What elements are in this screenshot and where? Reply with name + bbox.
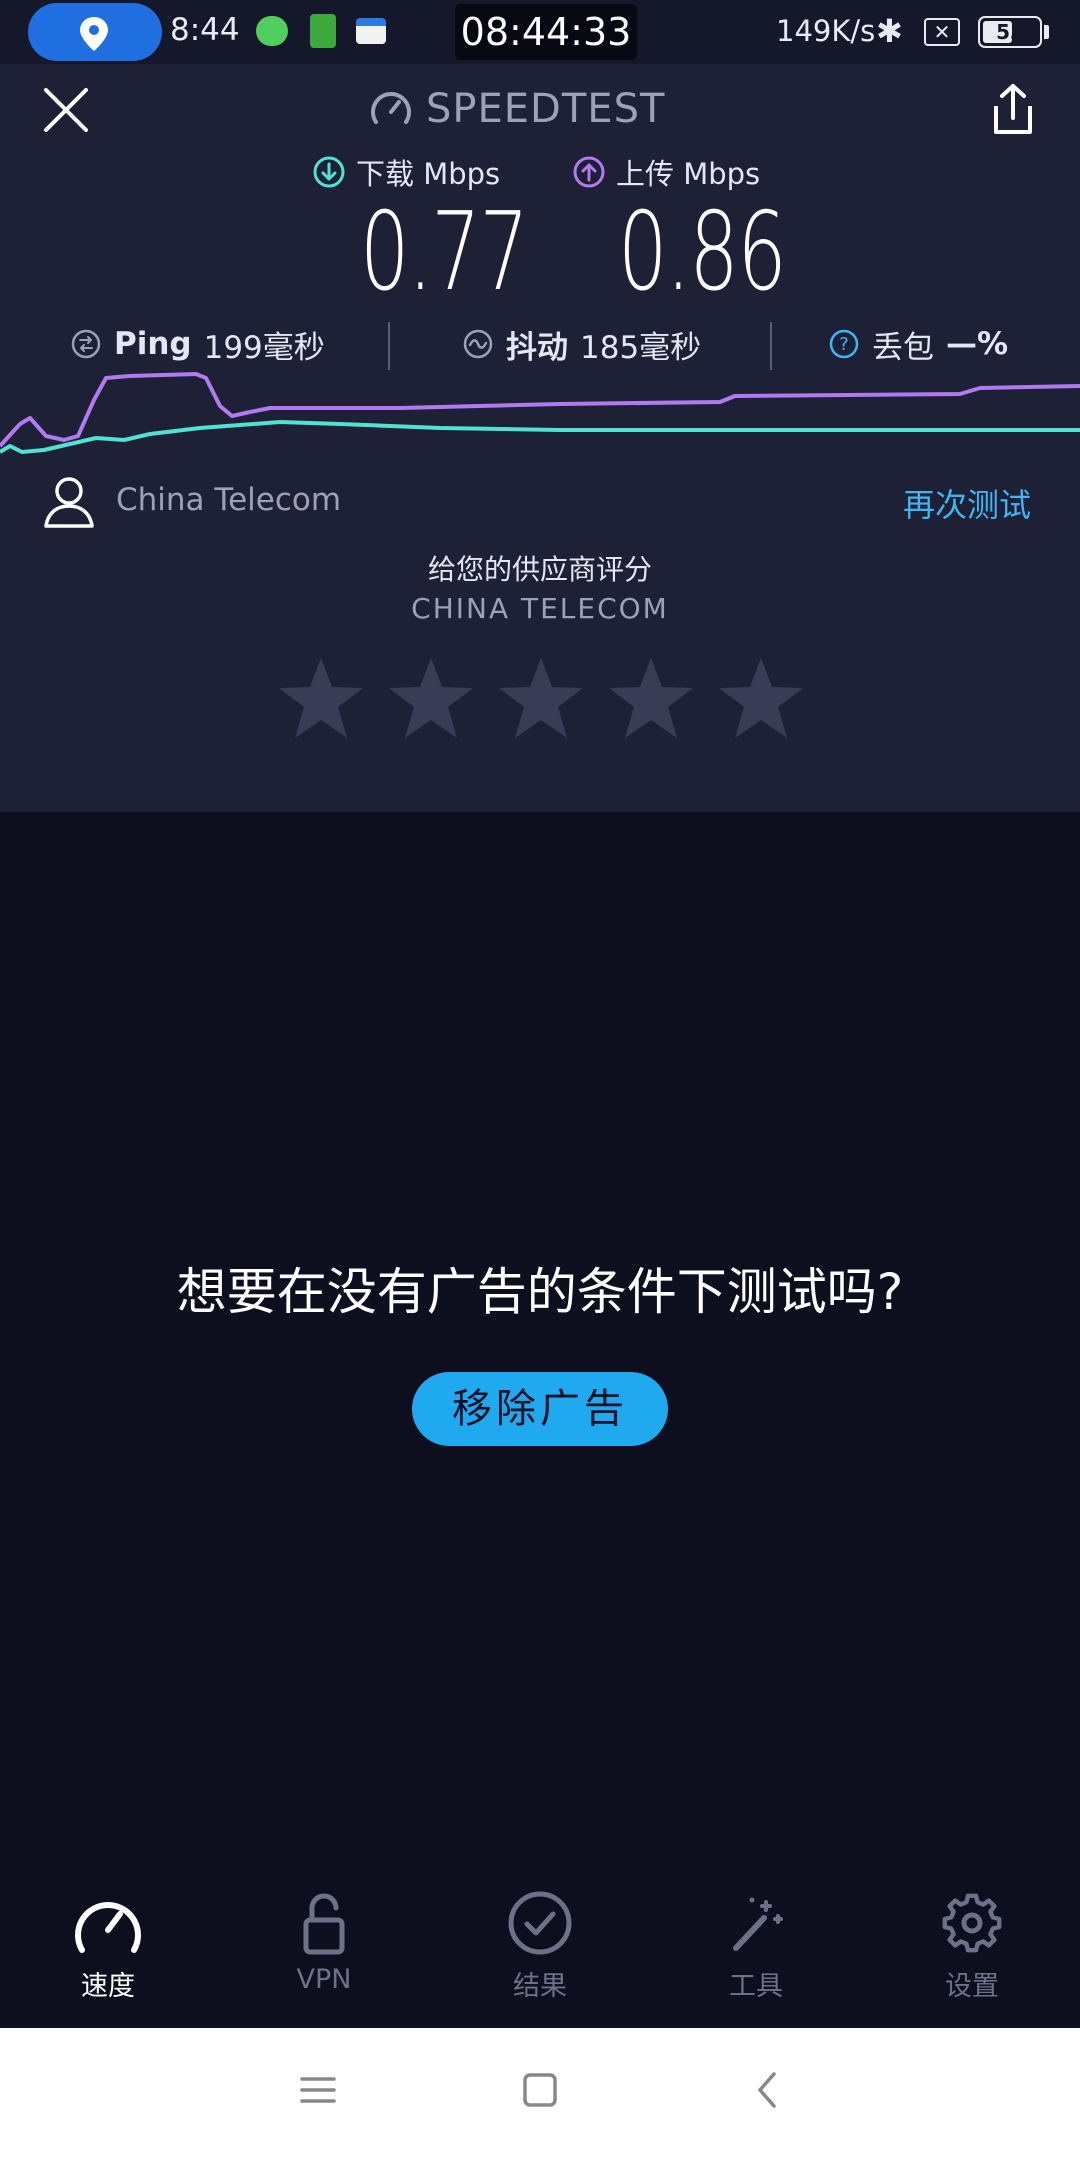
rate-provider-title: 给您的供应商评分 — [427, 553, 652, 586]
back-icon[interactable] — [748, 2070, 788, 2110]
rate-provider-name: CHINA TELECOM — [411, 592, 669, 625]
speedtest-logo: SPEEDTEST — [368, 82, 665, 136]
help-icon[interactable]: ? — [828, 328, 860, 360]
nav-item-settings[interactable]: 设置 — [864, 1886, 1080, 2028]
star-icon[interactable] — [386, 654, 476, 744]
download-label: 下载 Mbps — [356, 157, 501, 191]
home-icon[interactable] — [520, 2070, 560, 2110]
nav-label: VPN — [296, 1964, 352, 1995]
upload-speed-value: 0.86 — [618, 190, 787, 315]
battery-app-icon — [310, 14, 336, 48]
bluetooth-icon: ✱ — [876, 12, 903, 50]
nav-item-speed[interactable]: 速度 — [0, 1886, 216, 2028]
nav-item-results[interactable]: 结果 — [432, 1886, 648, 2028]
star-icon[interactable] — [606, 654, 696, 744]
star-rating[interactable] — [276, 654, 826, 744]
speedometer-icon — [75, 1902, 141, 1953]
download-graph-line — [0, 420, 1080, 454]
upload-label: 上传 Mbps — [616, 157, 761, 191]
gear-icon — [942, 1893, 1002, 1953]
magic-wand-icon — [733, 1897, 783, 1951]
ad-free-prompt: 想要在没有广告的条件下测试吗? — [176, 1263, 904, 1321]
network-speed: 149K/s — [776, 14, 876, 48]
nav-item-vpn[interactable]: VPN — [216, 1886, 432, 2028]
check-circle-icon — [508, 1891, 572, 1955]
nav-label: 工具 — [729, 1971, 783, 2002]
lock-icon — [303, 1893, 345, 1955]
no-sim-icon: ✕ — [924, 18, 960, 46]
retest-link[interactable]: 再次测试 — [903, 480, 1031, 526]
provider-name: China Telecom — [116, 482, 342, 518]
bottom-nav: 速度 VPN 结果 工具 设置 — [0, 1886, 1080, 2028]
upload-arrow-icon — [573, 156, 605, 188]
share-icon[interactable] — [988, 82, 1038, 138]
app-notification-icon — [356, 18, 386, 44]
close-icon[interactable] — [40, 84, 92, 136]
location-pin-icon — [80, 17, 108, 51]
nav-label: 设置 — [945, 1971, 999, 2002]
app-title: SPEEDTEST — [426, 86, 666, 132]
location-pill[interactable] — [28, 3, 162, 61]
nav-label: 速度 — [81, 1971, 135, 2002]
speed-graph — [0, 372, 1080, 454]
battery-level: 53 — [996, 20, 1024, 44]
star-icon[interactable] — [496, 654, 586, 744]
battery-icon: 53 — [978, 16, 1042, 48]
nav-item-tools[interactable]: 工具 — [648, 1886, 864, 2028]
upload-header: 上传 Mbps — [572, 152, 760, 192]
download-speed-value: 0.77 — [360, 190, 529, 315]
wechat-icon — [256, 16, 288, 46]
jitter-icon — [463, 329, 493, 359]
star-icon[interactable] — [716, 654, 806, 744]
system-nav-bar — [0, 2028, 1080, 2160]
star-icon[interactable] — [276, 654, 366, 744]
ping-icon — [71, 329, 101, 359]
download-header: 下载 Mbps — [312, 152, 500, 192]
remove-ads-button[interactable]: 移除广告 — [412, 1372, 668, 1446]
speedometer-logo-icon — [371, 92, 411, 124]
upload-graph-line — [0, 372, 1080, 448]
floating-clock: 08:44:33 — [455, 4, 637, 60]
status-time: 8:44 — [170, 12, 240, 48]
loss-value: —% — [946, 326, 1009, 362]
user-icon — [44, 477, 94, 528]
nav-label: 结果 — [513, 1971, 567, 2002]
status-bar: 8:44 08:44:33 149K/s ✱ ✕ 53 — [0, 0, 1080, 64]
menu-icon[interactable] — [298, 2070, 338, 2110]
ping-label: Ping — [114, 326, 192, 362]
svg-text:?: ? — [839, 334, 849, 355]
download-arrow-icon — [313, 156, 345, 188]
